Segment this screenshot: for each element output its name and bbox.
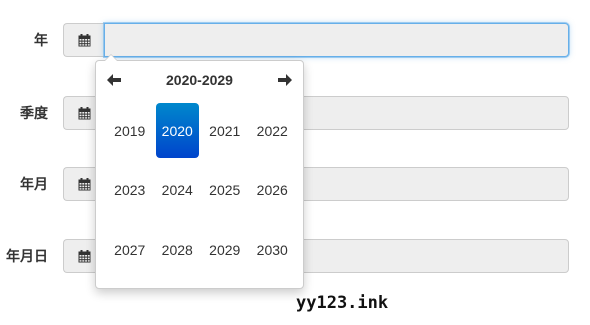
year-input[interactable] [104,23,569,57]
calendar-icon [78,33,90,46]
label-year: 年 [34,32,48,48]
year-label: 2019 [114,122,146,139]
picker-header: 2020-2029 [96,67,303,93]
year-cell[interactable]: 2025 [201,161,249,221]
page: 年 季度 年月 年月日 2020-2029 2019 2020 2021 202… [0,0,590,325]
label-quarter: 季度 [20,105,48,121]
year-label: 2026 [256,182,288,199]
year-cell-selected[interactable]: 2020 [154,101,202,161]
arrow-left-icon [107,74,121,86]
year-cell[interactable]: 2030 [249,220,297,280]
dropdown-caret [104,54,118,61]
calendar-addon-year[interactable] [63,23,104,57]
form-row-year: 年 [0,23,590,57]
watermark-text: yy123.ink [296,293,389,313]
calendar-icon [78,106,90,119]
calendar-icon [78,177,90,190]
next-decade-button[interactable] [270,67,300,93]
year-cell[interactable]: 2022 [249,101,297,161]
year-label: 2027 [114,241,146,258]
year-cell[interactable]: 2023 [106,161,154,221]
label-date: 年月日 [6,248,48,264]
year-label: 2029 [209,241,241,258]
prev-decade-button[interactable] [99,67,129,93]
year-label: 2028 [161,241,193,258]
year-label: 2020 [155,103,199,159]
year-cell[interactable]: 2026 [249,161,297,221]
arrow-right-icon [278,74,292,86]
year-label: 2025 [209,182,241,199]
year-cell[interactable]: 2028 [154,220,202,280]
year-label: 2023 [114,182,146,199]
year-picker-dropdown: 2020-2029 2019 2020 2021 2022 2023 2024 … [95,54,304,289]
label-month: 年月 [20,176,48,192]
year-grid: 2019 2020 2021 2022 2023 2024 2025 2026 … [106,101,296,280]
calendar-icon [78,249,90,262]
year-cell[interactable]: 2019 [106,101,154,161]
year-label: 2022 [256,122,288,139]
year-cell[interactable]: 2024 [154,161,202,221]
year-label: 2030 [256,241,288,258]
year-label: 2021 [209,122,241,139]
year-cell[interactable]: 2027 [106,220,154,280]
year-cell[interactable]: 2029 [201,220,249,280]
decade-title[interactable]: 2020-2029 [136,67,263,93]
year-cell[interactable]: 2021 [201,101,249,161]
year-label: 2024 [161,182,193,199]
